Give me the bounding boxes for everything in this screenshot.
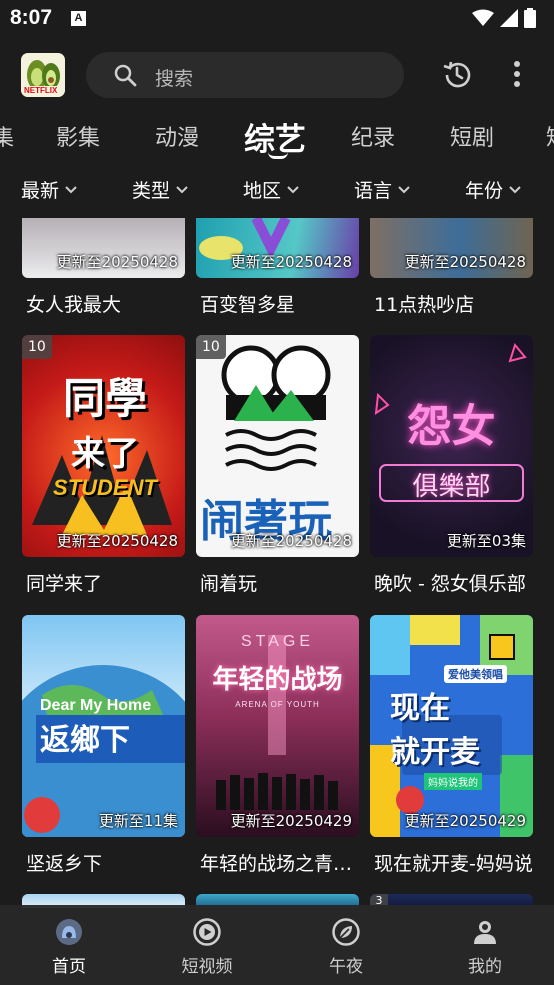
- poster: 10 闹著玩 更新至20250428: [196, 335, 359, 557]
- episode-badge: 10: [22, 335, 52, 359]
- tab-series-partial[interactable]: 集: [0, 120, 14, 152]
- bottom-nav: 首页 短视频 午夜 我的: [0, 905, 554, 985]
- filter-language[interactable]: 语言: [354, 176, 411, 203]
- poster: Dear My Home 返鄉下 更新至11集: [22, 615, 185, 837]
- filter-label: 年份: [465, 180, 504, 202]
- filter-latest[interactable]: 最新: [21, 176, 78, 203]
- update-label: 更新至20250429: [230, 812, 352, 830]
- status-bar: 8:07 A: [0, 0, 554, 38]
- show-title: 同学来了: [26, 573, 103, 595]
- profile-icon: [474, 921, 496, 944]
- update-label: 更新至11集: [98, 812, 178, 830]
- tab-short-partial[interactable]: 短: [546, 120, 554, 152]
- leaf-icon: [332, 918, 360, 946]
- poster-title-art: 怨女 俱樂部: [407, 401, 496, 502]
- nav-home[interactable]: 首页: [9, 905, 129, 985]
- update-label: 更新至20250428: [404, 253, 526, 271]
- poster: 爱他美领唱 现在 就开麦 妈妈说我的 更新至20250429: [370, 615, 533, 837]
- show-title: 晚吹 - 怨女俱乐部: [374, 573, 526, 595]
- update-label: 更新至20250428: [56, 532, 178, 550]
- tab-anime[interactable]: 动漫: [155, 120, 199, 152]
- nav-midnight[interactable]: 午夜: [286, 905, 406, 985]
- poster-title-art: 爱他美领唱 现在 就开麦 妈妈说我的: [380, 663, 507, 790]
- show-title: 百变智多星: [200, 294, 296, 316]
- nav-label: 我的: [468, 957, 502, 977]
- show-card[interactable]: 更新至20250428 百变智多星: [196, 218, 359, 316]
- wifi-icon: [472, 9, 494, 26]
- filter-label: 语言: [354, 180, 393, 202]
- show-card[interactable]: Dear My Home 返鄉下 更新至11集 坚返乡下: [22, 615, 185, 875]
- poster-title-art: 同學 来了 STUDENT: [53, 374, 157, 500]
- show-card[interactable]: 爱他美领唱 现在 就开麦 妈妈说我的 更新至20250429 现在就开麦-妈妈说: [370, 615, 533, 875]
- chevron-down-icon: [509, 185, 521, 193]
- update-label: 更新至20250428: [56, 253, 178, 271]
- nav-label: 首页: [52, 957, 86, 977]
- update-label: 更新至03集: [446, 532, 526, 550]
- history-icon[interactable]: [441, 59, 473, 91]
- nav-profile[interactable]: 我的: [425, 905, 545, 985]
- chevron-down-icon: [176, 185, 188, 193]
- show-title: 11点热吵店: [374, 294, 475, 316]
- poster: 怨女 俱樂部 更新至03集: [370, 335, 533, 557]
- app-logo[interactable]: NETFLIX: [21, 53, 65, 97]
- show-card[interactable]: 更新至20250428 女人我最大: [22, 218, 185, 316]
- show-grid: 更新至20250428 女人我最大 更新至20250428 百变智多星 更新至2…: [0, 218, 554, 985]
- poster: 更新至20250428: [22, 218, 185, 278]
- tab-short-drama[interactable]: 短剧: [450, 120, 494, 152]
- filter-year[interactable]: 年份: [465, 176, 522, 203]
- poster: STAGE 年轻的战场 ARENA OF YOUTH 更新至20250429: [196, 615, 359, 837]
- tab-series[interactable]: 影集: [56, 120, 100, 152]
- logo-text: NETFLIX: [24, 86, 58, 95]
- update-label: 更新至20250429: [404, 812, 526, 830]
- show-title: 现在就开麦-妈妈说: [374, 853, 533, 875]
- filter-type[interactable]: 类型: [132, 176, 189, 203]
- show-title: 女人我最大: [26, 294, 122, 316]
- chevron-down-icon: [398, 185, 410, 193]
- nav-label: 短视频: [181, 957, 233, 977]
- search-input[interactable]: 搜索: [86, 52, 404, 98]
- show-card[interactable]: STAGE 年轻的战场 ARENA OF YOUTH 更新至20250429 年…: [196, 615, 359, 875]
- show-card[interactable]: 怨女 俱樂部 更新至03集 晚吹 - 怨女俱乐部: [370, 335, 533, 595]
- notification-icon: A: [71, 11, 86, 26]
- chevron-down-icon: [287, 185, 299, 193]
- search-icon: [114, 64, 137, 87]
- update-label: 更新至20250428: [230, 253, 352, 271]
- filter-label: 最新: [21, 180, 60, 202]
- poster: 10 同學 来了 STUDENT 更新至20250428: [22, 335, 185, 557]
- poster-title-art: Dear My Home 返鄉下: [40, 697, 152, 758]
- show-card[interactable]: 更新至20250428 11点热吵店: [370, 218, 533, 316]
- chevron-down-icon: [65, 185, 77, 193]
- filter-label: 地区: [243, 180, 282, 202]
- nav-short-video[interactable]: 短视频: [147, 905, 267, 985]
- filter-bar: 最新 类型 地区 语言 年份: [0, 170, 554, 210]
- battery-icon: [524, 8, 536, 28]
- tab-documentary[interactable]: 纪录: [351, 120, 395, 152]
- more-vert-icon[interactable]: [506, 59, 528, 91]
- poster: 更新至20250428: [196, 218, 359, 278]
- filter-label: 类型: [132, 180, 171, 202]
- show-title: 闹着玩: [200, 573, 258, 595]
- nav-label: 午夜: [329, 957, 363, 977]
- status-time: 8:07: [10, 6, 53, 29]
- signal-icon: [500, 9, 518, 27]
- home-icon: [56, 919, 82, 945]
- show-title: 年轻的战场之青春竞演: [200, 853, 359, 875]
- filter-region[interactable]: 地区: [243, 176, 300, 203]
- header: NETFLIX 搜索: [0, 46, 554, 104]
- episode-badge: 10: [196, 335, 226, 359]
- show-title: 坚返乡下: [26, 853, 103, 875]
- update-label: 更新至20250428: [230, 532, 352, 550]
- poster: 更新至20250428: [370, 218, 533, 278]
- category-tabs: 集 影集 动漫 综艺 纪录 短剧 短: [0, 108, 554, 164]
- play-circle-icon: [193, 918, 221, 946]
- search-placeholder: 搜索: [155, 68, 194, 90]
- show-card[interactable]: 10 闹著玩 更新至20250428 闹着玩: [196, 335, 359, 595]
- show-card[interactable]: 10 同學 来了 STUDENT 更新至20250428 同学来了: [22, 335, 185, 595]
- status-indicators: [472, 8, 536, 28]
- poster-title-art: STAGE 年轻的战场 ARENA OF YOUTH: [212, 633, 343, 709]
